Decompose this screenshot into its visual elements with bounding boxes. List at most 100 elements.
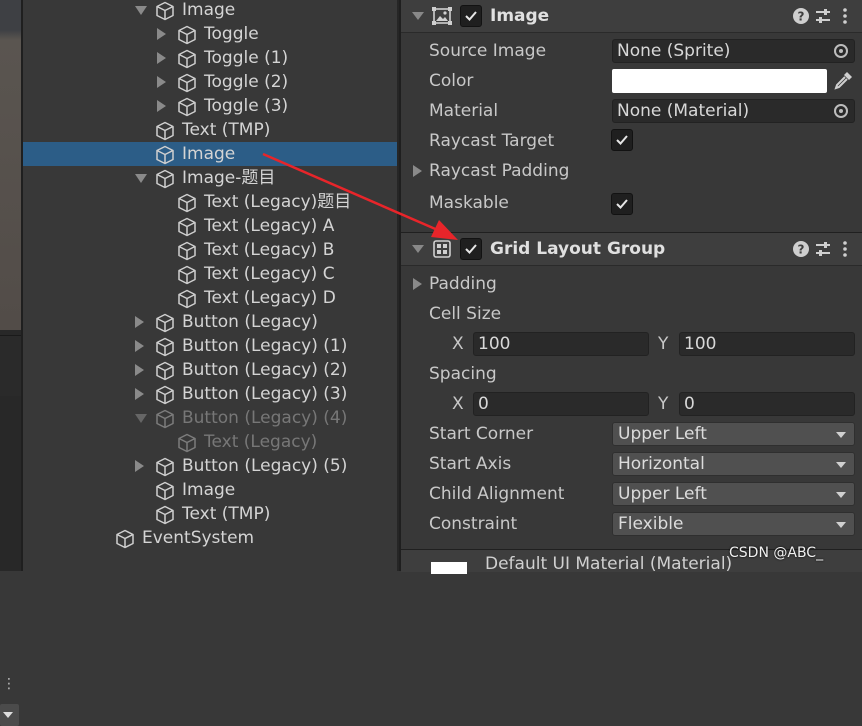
cell-y-input[interactable]: 100 <box>679 332 855 356</box>
collapsed-arrow-icon[interactable] <box>157 76 166 88</box>
help-icon[interactable]: ? <box>792 240 810 258</box>
grid-layout-enabled-checkbox[interactable] <box>460 238 482 260</box>
hierarchy-item[interactable]: Button (Legacy) (4) <box>23 406 397 430</box>
collapsed-arrow-icon[interactable] <box>135 316 144 328</box>
hierarchy-item[interactable]: Image <box>23 0 397 22</box>
image-enabled-checkbox[interactable] <box>460 5 482 27</box>
hierarchy-item-label: Image-题目 <box>182 168 276 188</box>
hierarchy-item[interactable]: Text (TMP) <box>23 502 397 526</box>
collapsed-arrow-icon[interactable] <box>135 364 144 376</box>
checkmark-icon <box>616 135 628 145</box>
hierarchy-item[interactable]: Button (Legacy) (1) <box>23 334 397 358</box>
collapsed-arrow-icon[interactable] <box>157 52 166 64</box>
collapse-arrow-icon[interactable] <box>412 12 424 20</box>
child-alignment-dropdown[interactable]: Upper Left <box>612 482 855 506</box>
source-image-field[interactable]: None (Sprite) <box>612 39 855 63</box>
hierarchy-item[interactable]: Text (Legacy) A <box>23 214 397 238</box>
hierarchy-item[interactable]: Text (Legacy) D <box>23 286 397 310</box>
spacing-row: Spacing <box>401 359 862 389</box>
gameobject-cube-icon <box>177 73 197 93</box>
raycast-target-checkbox[interactable] <box>611 129 633 151</box>
dropdown-arrow-icon <box>836 522 846 528</box>
hierarchy-item[interactable]: Image <box>23 142 397 166</box>
hierarchy-item[interactable]: Text (Legacy) C <box>23 262 397 286</box>
material-value: None (Material) <box>617 101 750 121</box>
help-icon[interactable]: ? <box>792 7 810 25</box>
collapsed-arrow-icon[interactable] <box>135 388 144 400</box>
hierarchy-item[interactable]: Button (Legacy) <box>23 310 397 334</box>
padding-row[interactable]: Padding <box>401 269 862 299</box>
image-component-header[interactable]: Image ? <box>401 0 862 33</box>
spacing-y-label[interactable]: Y <box>658 389 668 419</box>
context-menu-icon[interactable] <box>836 7 854 25</box>
gameobject-cube-icon <box>155 337 175 357</box>
spacing-x-label[interactable]: X <box>452 389 464 419</box>
collapsed-arrow-icon[interactable] <box>157 100 166 112</box>
expanded-arrow-icon[interactable] <box>135 6 147 15</box>
maskable-checkbox[interactable] <box>611 193 633 215</box>
cell-x-input[interactable]: 100 <box>473 332 649 356</box>
expanded-arrow-icon[interactable] <box>135 414 147 423</box>
hierarchy-item-label: Toggle (2) <box>204 72 289 92</box>
spacing-y-input[interactable]: 0 <box>679 392 855 416</box>
hierarchy-item[interactable]: Button (Legacy) (5) <box>23 454 397 478</box>
scene-dropdown-button[interactable] <box>0 704 19 726</box>
hierarchy-item-label: Text (Legacy) C <box>204 264 335 284</box>
hierarchy-item[interactable]: Toggle (2) <box>23 70 397 94</box>
raycast-padding-row[interactable]: Raycast Padding <box>401 156 862 186</box>
object-picker-icon[interactable] <box>834 44 848 58</box>
material-label: Material <box>429 101 499 121</box>
more-options-icon[interactable]: ⋮ <box>2 676 16 692</box>
child-alignment-value: Upper Left <box>618 484 707 504</box>
grid-layout-component-header[interactable]: Grid Layout Group ? <box>401 232 862 266</box>
hierarchy-item[interactable]: Text (Legacy)题目 <box>23 190 397 214</box>
color-swatch[interactable] <box>612 69 827 93</box>
grid-layout-icon <box>433 240 451 258</box>
material-thumbnail <box>431 562 467 574</box>
hierarchy-item-label: Toggle (3) <box>204 96 289 116</box>
hierarchy-item[interactable]: Image <box>23 478 397 502</box>
hierarchy-item[interactable]: Toggle <box>23 22 397 46</box>
material-field[interactable]: None (Material) <box>612 99 855 123</box>
checkmark-icon <box>616 199 628 209</box>
spacing-x-input[interactable]: 0 <box>473 392 649 416</box>
hierarchy-item[interactable]: Toggle (1) <box>23 46 397 70</box>
collapsed-arrow-icon[interactable] <box>157 28 166 40</box>
hierarchy-item[interactable]: Text (Legacy) <box>23 430 397 454</box>
expand-arrow-icon[interactable] <box>413 165 422 177</box>
hierarchy-item[interactable]: Text (Legacy) B <box>23 238 397 262</box>
collapse-arrow-icon[interactable] <box>412 245 424 253</box>
collapsed-arrow-icon[interactable] <box>135 460 144 472</box>
hierarchy-item[interactable]: Button (Legacy) (2) <box>23 358 397 382</box>
expanded-arrow-icon[interactable] <box>135 174 147 183</box>
eyedropper-icon[interactable] <box>831 69 855 93</box>
hierarchy-item[interactable]: Text (TMP) <box>23 118 397 142</box>
cell-y-label[interactable]: Y <box>658 329 668 359</box>
context-menu-icon[interactable] <box>836 240 854 258</box>
object-picker-icon[interactable] <box>834 104 848 118</box>
dropdown-arrow-icon <box>836 462 846 468</box>
hierarchy-item-label: Text (TMP) <box>182 504 271 524</box>
start-axis-dropdown[interactable]: Horizontal <box>612 452 855 476</box>
inspector-panel: Image ? Source Image None (Sprite) Color… <box>401 0 862 574</box>
raycast-target-row: Raycast Target <box>401 126 862 156</box>
hierarchy-item[interactable]: EventSystem <box>23 526 397 550</box>
expand-arrow-icon[interactable] <box>413 278 422 290</box>
hierarchy-panel: Image Toggle Toggle (1) Toggle (2) Toggle (3… <box>23 0 399 571</box>
hierarchy-item[interactable]: Image-题目 <box>23 166 397 190</box>
preset-icon[interactable] <box>814 240 832 258</box>
constraint-dropdown[interactable]: Flexible <box>612 512 855 536</box>
preset-icon[interactable] <box>814 7 832 25</box>
hierarchy-item-label: Text (Legacy) A <box>204 216 335 236</box>
padding-label: Padding <box>429 274 497 294</box>
hierarchy-item[interactable]: Button (Legacy) (3) <box>23 382 397 406</box>
gameobject-cube-icon <box>177 193 197 213</box>
start-axis-label: Start Axis <box>429 454 512 474</box>
image-component-title: Image <box>490 6 550 26</box>
hierarchy-item[interactable]: Toggle (3) <box>23 94 397 118</box>
collapsed-arrow-icon[interactable] <box>135 340 144 352</box>
cell-x-label[interactable]: X <box>452 329 464 359</box>
start-corner-dropdown[interactable]: Upper Left <box>612 422 855 446</box>
gameobject-cube-icon <box>155 313 175 333</box>
checkmark-icon <box>465 11 477 21</box>
